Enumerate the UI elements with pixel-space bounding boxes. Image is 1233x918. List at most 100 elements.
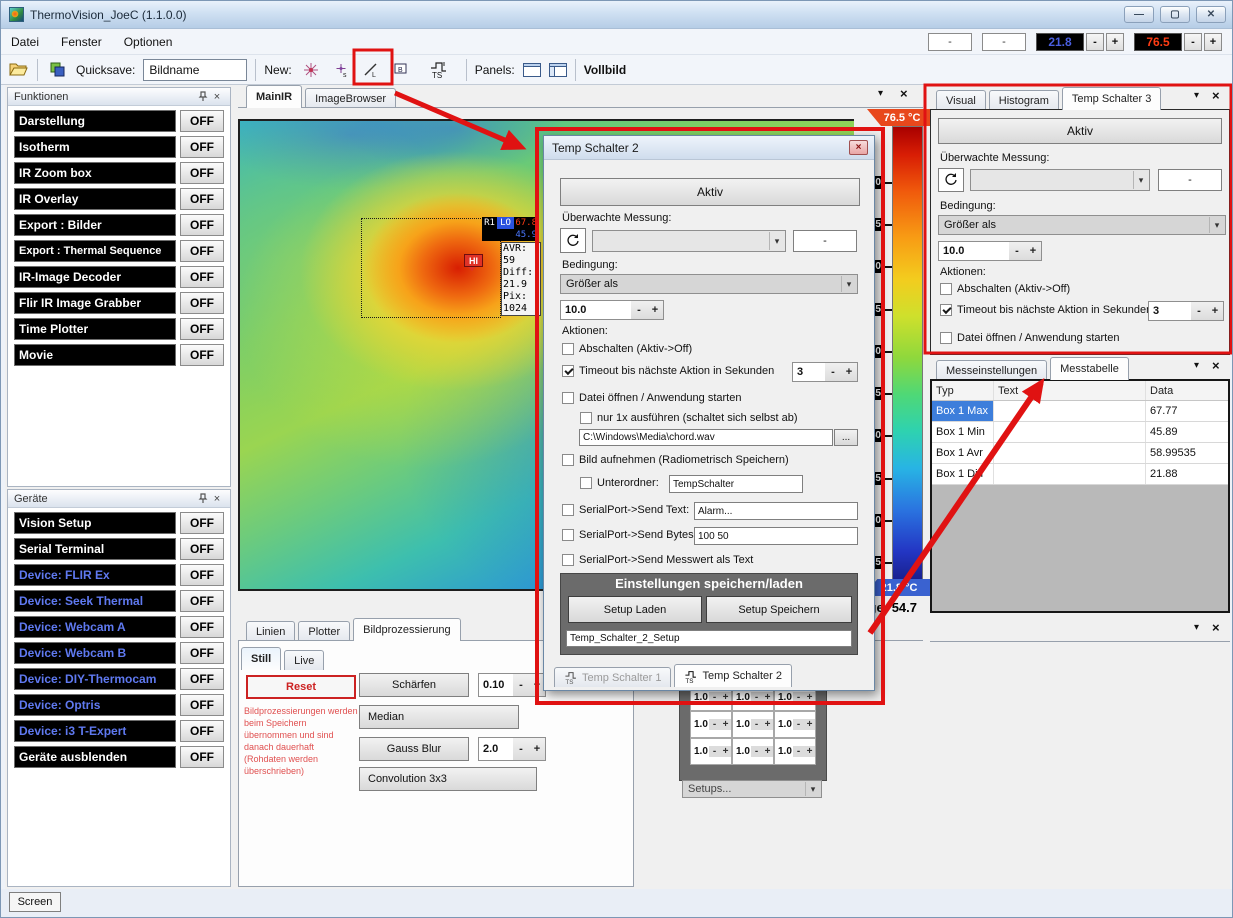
setup-name-field[interactable]: Temp_Schalter_2_Setup (566, 630, 852, 647)
device-webcam-b-off-toggle[interactable]: OFF (180, 642, 224, 664)
dialog-browse-button[interactable]: ... (834, 429, 858, 446)
range-field-2[interactable]: - (982, 33, 1026, 51)
function-export-bilder-button[interactable]: Export : Bilder (14, 214, 176, 236)
function-darstellung-button[interactable]: Darstellung (14, 110, 176, 132)
tab-temp-schalter-3[interactable]: Temp Schalter 3 (1062, 87, 1161, 110)
kernel-decrement-button[interactable]: - (751, 692, 762, 703)
dialog-datei-checkbox[interactable] (562, 392, 574, 404)
device-diy-thermocam-button[interactable]: Device: DIY-Thermocam (14, 668, 176, 690)
pin-icon[interactable] (196, 90, 210, 104)
menu-optionen[interactable]: Optionen (124, 35, 173, 49)
device-optris-button[interactable]: Device: Optris (14, 694, 176, 716)
schaerfen-decrement-button[interactable]: - (513, 674, 529, 696)
ts3-threshold-decrement-button[interactable]: - (1009, 242, 1025, 260)
tab-main-ir[interactable]: MainIR (246, 85, 302, 108)
kernel-increment-button[interactable]: + (762, 692, 773, 703)
range-max-increment-button[interactable]: + (1204, 33, 1222, 51)
ts3-timeout-increment-button[interactable]: + (1207, 302, 1223, 320)
ts3-messung-dropdown[interactable]: ▾ (970, 169, 1150, 191)
filename-input[interactable]: Bildname (143, 59, 247, 81)
kernel-increment-button[interactable]: + (762, 719, 773, 730)
tab-still[interactable]: Still (241, 647, 281, 670)
ts3-refresh-icon[interactable] (938, 168, 964, 192)
right-panel-close-icon[interactable]: × (1212, 88, 1220, 103)
function-ir-image-decoder-off-toggle[interactable]: OFF (180, 266, 224, 288)
device-webcam-a-off-toggle[interactable]: OFF (180, 616, 224, 638)
panels-layout2-icon[interactable] (549, 63, 567, 77)
kernel-increment-button[interactable]: + (804, 719, 815, 730)
range-min-decrement-button[interactable]: - (1086, 33, 1104, 51)
kernel-decrement-button[interactable]: - (709, 692, 720, 703)
function-isotherm-button[interactable]: Isotherm (14, 136, 176, 158)
device-flir-ex-off-toggle[interactable]: OFF (180, 564, 224, 586)
kernel-decrement-button[interactable]: - (709, 719, 720, 730)
tab-image-browser[interactable]: ImageBrowser (305, 88, 396, 108)
dialog-abschalten-checkbox[interactable] (562, 343, 574, 355)
messtab-dropdown-icon[interactable]: ▾ (1194, 360, 1199, 371)
menu-fenster[interactable]: Fenster (61, 35, 102, 49)
ts3-threshold-value[interactable]: 10.0 (939, 242, 1009, 260)
ts3-timeout-checkbox[interactable] (940, 304, 952, 316)
dialog-threshold-value[interactable]: 10.0 (561, 301, 631, 319)
median-button[interactable]: Median (359, 705, 519, 729)
function-ir-image-decoder-button[interactable]: IR-Image Decoder (14, 266, 176, 288)
device-i3-t-expert-off-toggle[interactable]: OFF (180, 720, 224, 742)
device-webcam-a-button[interactable]: Device: Webcam A (14, 616, 176, 638)
device-serial-terminal-button[interactable]: Serial Terminal (14, 538, 176, 560)
dialog-sp-text-field[interactable]: Alarm... (694, 502, 858, 520)
function-ir-overlay-button[interactable]: IR Overlay (14, 188, 176, 210)
gauss-decrement-button[interactable]: - (513, 738, 529, 760)
kernel-increment-button[interactable]: + (720, 692, 731, 703)
dialog-sp-text-checkbox[interactable] (562, 504, 574, 516)
tab-temp-schalter-1[interactable]: TS Temp Schalter 1 (554, 667, 671, 687)
kernel-decrement-button[interactable]: - (709, 746, 720, 757)
ts3-timeout-decrement-button[interactable]: - (1191, 302, 1207, 320)
function-movie-off-toggle[interactable]: OFF (180, 344, 224, 366)
device-geraete-ausblenden-off-toggle[interactable]: OFF (180, 746, 224, 768)
range-field-1[interactable]: - (928, 33, 972, 51)
new-line-icon[interactable]: L (360, 59, 382, 81)
tab-temp-schalter-2[interactable]: TS Temp Schalter 2 (674, 664, 791, 687)
function-darstellung-off-toggle[interactable]: OFF (180, 110, 224, 132)
tab-bildprozessierung[interactable]: Bildprozessierung (353, 618, 460, 641)
column-header-text[interactable]: Text (994, 381, 1146, 400)
vollbild-button[interactable]: Vollbild (584, 63, 626, 77)
device-vision-setup-off-toggle[interactable]: OFF (180, 512, 224, 534)
maximize-button[interactable]: ▢ (1160, 6, 1190, 23)
kernel-increment-button[interactable]: + (804, 692, 815, 703)
function-export-bilder-off-toggle[interactable]: OFF (180, 214, 224, 236)
table-row[interactable]: Box 1 Avr 58.99535 (932, 443, 1228, 464)
dialog-timeout-value[interactable]: 3 (793, 363, 825, 381)
device-webcam-b-button[interactable]: Device: Webcam B (14, 642, 176, 664)
table-row[interactable]: Box 1 Diff 21.88 (932, 464, 1228, 485)
dialog-timeout-increment-button[interactable]: + (841, 363, 857, 381)
setups-dropdown[interactable]: Setups... ▾ (682, 780, 822, 798)
new-box-icon[interactable]: B (390, 59, 412, 81)
function-export-thermal-button[interactable]: Export : Thermal Sequence (14, 240, 176, 262)
dialog-bild-checkbox[interactable] (562, 454, 574, 466)
dialog-sp-messwert-checkbox[interactable] (562, 554, 574, 566)
convolution-button[interactable]: Convolution 3x3 (359, 767, 537, 791)
dialog-close-button[interactable]: × (849, 140, 868, 155)
right-panel-dropdown-icon[interactable]: ▾ (1194, 90, 1199, 101)
dialog-refresh-icon[interactable] (560, 228, 586, 253)
function-ir-zoom-box-button[interactable]: IR Zoom box (14, 162, 176, 184)
open-file-icon[interactable] (7, 59, 29, 81)
dialog-unterordner-checkbox[interactable] (580, 477, 592, 489)
device-diy-thermocam-off-toggle[interactable]: OFF (180, 668, 224, 690)
dialog-sp-bytes-checkbox[interactable] (562, 529, 574, 541)
table-row[interactable]: Box 1 Max 67.77 (932, 401, 1228, 422)
reset-button[interactable]: Reset (246, 675, 356, 699)
setup-speichern-button[interactable]: Setup Speichern (706, 596, 852, 623)
dialog-timeout-decrement-button[interactable]: - (825, 363, 841, 381)
empty-panel-close-icon[interactable]: × (1212, 620, 1220, 635)
close-button[interactable]: ✕ (1196, 6, 1226, 23)
setup-laden-button[interactable]: Setup Laden (568, 596, 702, 623)
tab-histogram[interactable]: Histogram (989, 90, 1059, 110)
table-row[interactable]: Box 1 Min 45.89 (932, 422, 1228, 443)
messtab-close-icon[interactable]: × (1212, 358, 1220, 373)
function-export-thermal-off-toggle[interactable]: OFF (180, 240, 224, 262)
dialog-bedingung-dropdown[interactable]: Größer als ▾ (560, 274, 858, 294)
dialog-nur1x-checkbox[interactable] (580, 412, 592, 424)
tab-messtabelle[interactable]: Messtabelle (1050, 357, 1129, 380)
